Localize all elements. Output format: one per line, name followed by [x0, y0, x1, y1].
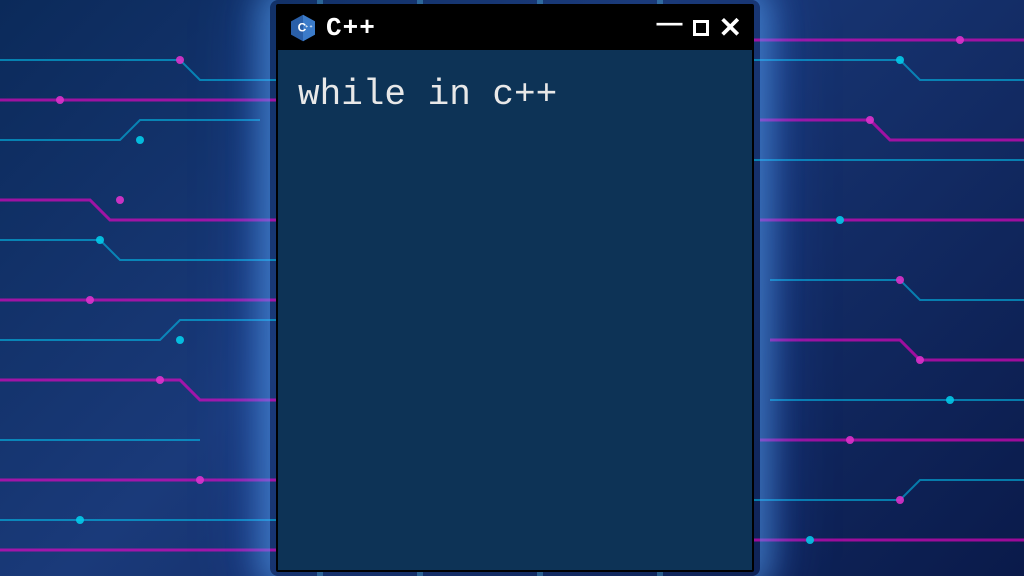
svg-text:+: + [310, 25, 313, 30]
body-text: while in c++ [298, 74, 732, 115]
window-controls: — ✕ [657, 14, 742, 42]
svg-text:+: + [305, 25, 308, 30]
close-icon[interactable]: ✕ [719, 14, 742, 42]
maximize-icon[interactable] [693, 20, 709, 36]
titlebar[interactable]: C + + C++ — ✕ [278, 6, 752, 50]
window-title: C++ [326, 13, 649, 43]
window-body: while in c++ [278, 50, 752, 570]
cpp-logo-icon: C + + [288, 13, 318, 43]
terminal-window: C + + C++ — ✕ while in c++ [276, 4, 754, 572]
minimize-icon[interactable]: — [657, 9, 683, 35]
